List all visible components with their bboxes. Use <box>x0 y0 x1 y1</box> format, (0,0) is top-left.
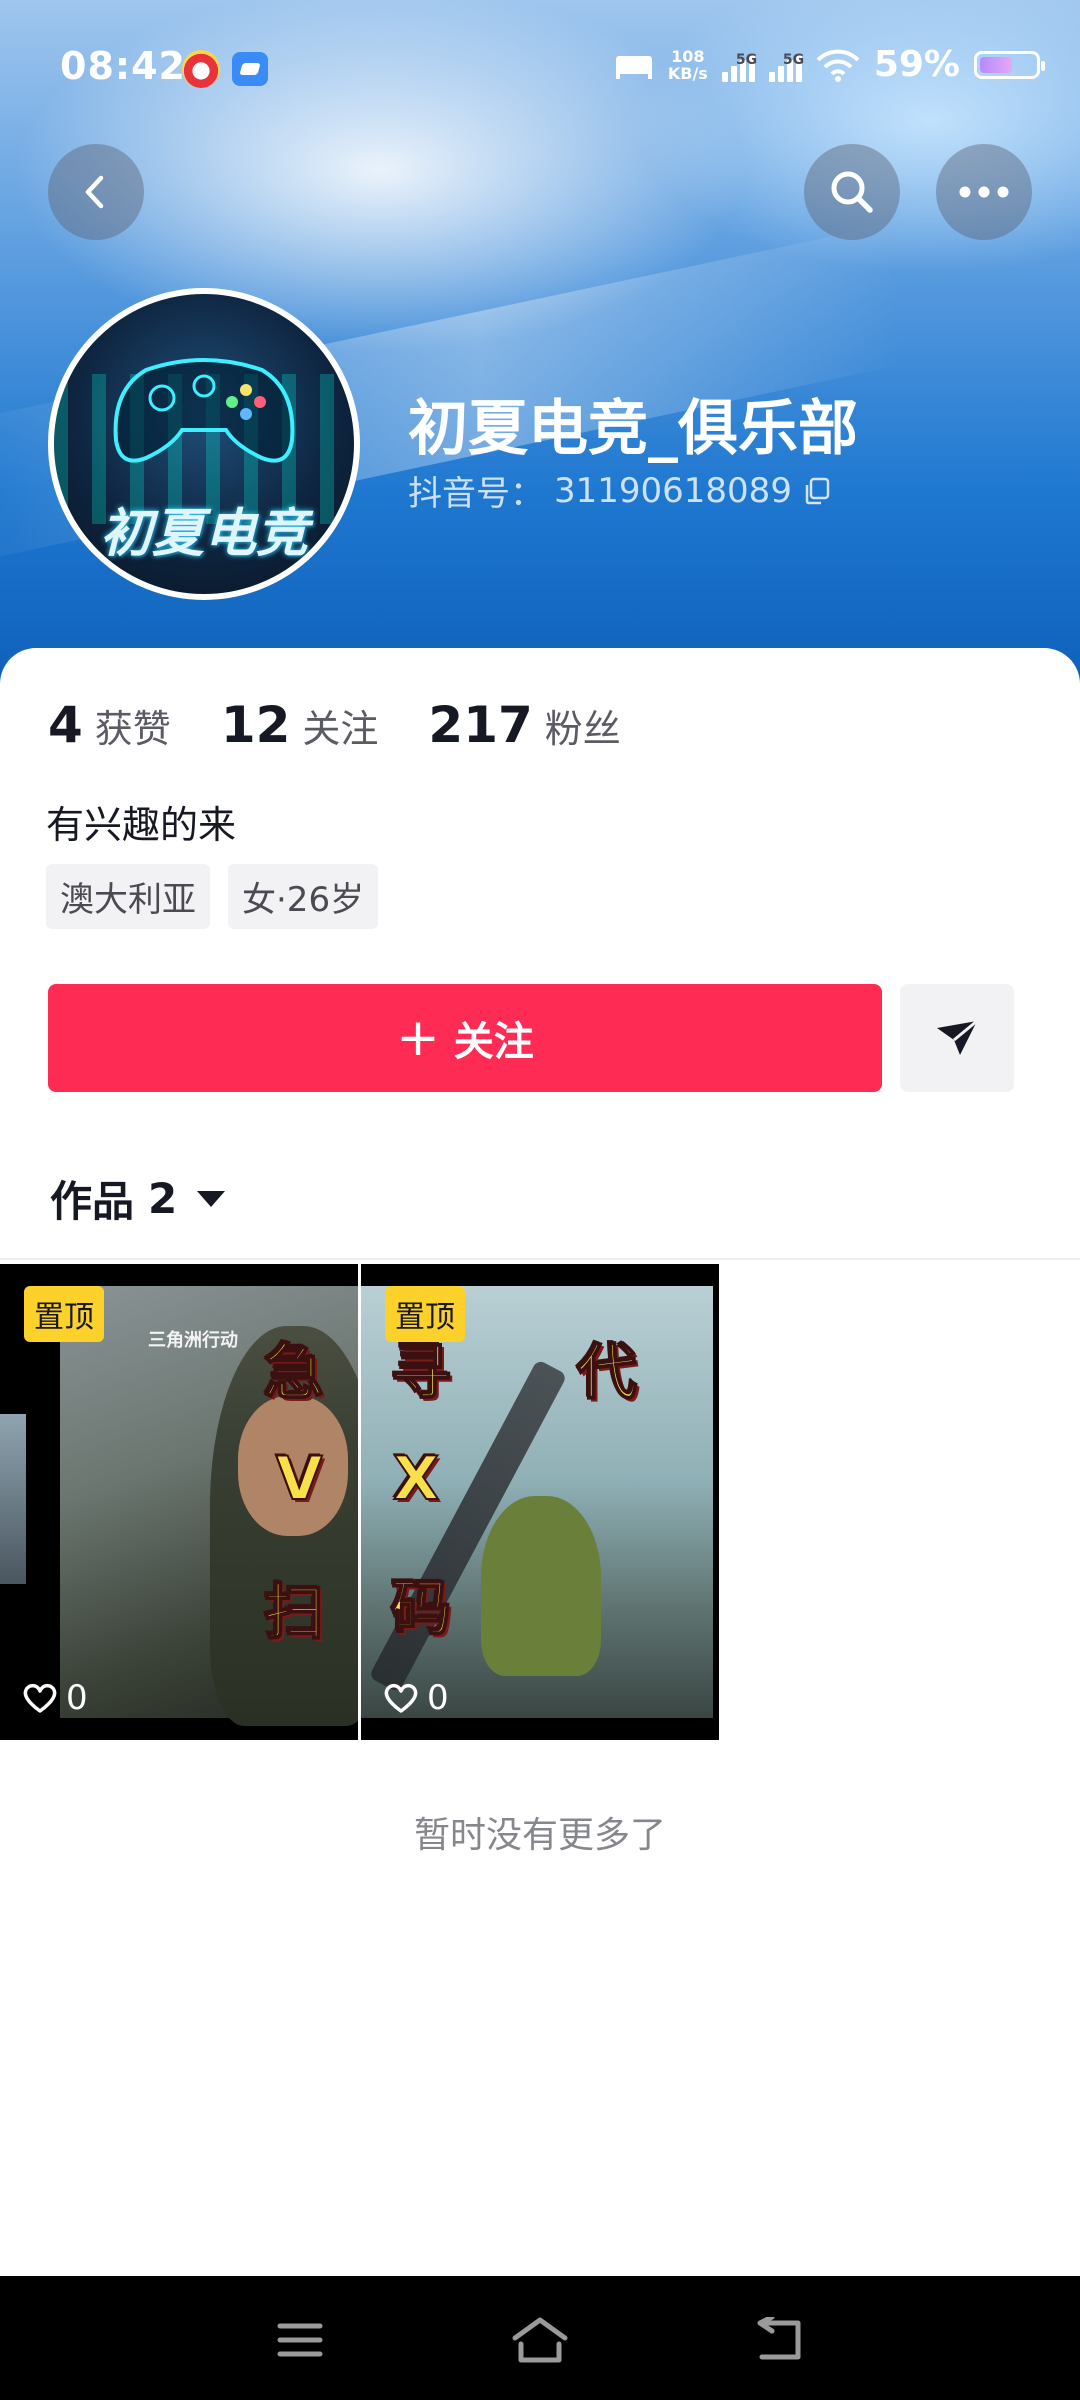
stat-likes[interactable]: 4 获赞 <box>48 696 171 754</box>
followers-label: 粉丝 <box>544 707 621 751</box>
pinned-badge: 置顶 <box>24 1286 104 1342</box>
signal-label: 5G <box>735 51 758 68</box>
following-label: 关注 <box>302 707 379 751</box>
back-icon <box>757 2317 801 2360</box>
thumbnail-edge-art <box>0 1414 26 1584</box>
pinned-badge: 置顶 <box>385 1286 465 1342</box>
tag-location: 澳大利亚 <box>46 864 210 929</box>
overlay-text: 扫 <box>263 1577 325 1649</box>
back-button[interactable] <box>48 144 144 240</box>
more-button[interactable] <box>936 144 1032 240</box>
signal-strength-icon-2: 5G <box>768 48 804 82</box>
works-tab[interactable]: 作品 2 <box>50 1168 226 1229</box>
copy-icon[interactable] <box>802 476 832 506</box>
network-speed: 108 KB/s <box>668 48 708 82</box>
status-time: 08:42 <box>60 44 186 88</box>
menu-button[interactable] <box>264 2304 336 2376</box>
like-count-overlay: 0 <box>383 1678 449 1718</box>
avatar-text: 初夏电竞 <box>99 504 308 564</box>
gamepad-icon <box>113 358 295 463</box>
search-icon <box>831 171 873 213</box>
home-icon <box>512 2317 568 2363</box>
overlay-text: V <box>275 1443 323 1515</box>
send-icon <box>937 1019 978 1055</box>
overlay-text: X <box>392 1443 440 1515</box>
follow-button-label: 关注 <box>453 1019 534 1065</box>
stats-row: 4 获赞 12 关注 217 粉丝 <box>48 696 621 754</box>
search-button[interactable] <box>804 144 900 240</box>
douyin-id-row[interactable]: 抖音号： 31190618089 <box>408 466 832 515</box>
battery-icon <box>974 50 1045 79</box>
signal-strength-icon: 5G <box>721 48 757 82</box>
video-thumbnail[interactable]: 三角洲行动 置顶 急 V 扫 0 <box>0 1264 358 1740</box>
soldier-figure <box>481 1496 601 1676</box>
profile-tags: 澳大利亚 女·26岁 <box>46 864 379 929</box>
chevron-down-icon <box>197 1190 226 1207</box>
douyin-id-value: 31190618089 <box>554 470 792 511</box>
game-logo-text: 三角洲行动 <box>148 1330 238 1351</box>
wifi-icon <box>816 49 860 82</box>
plus-icon: + <box>396 1008 440 1068</box>
following-count: 12 <box>220 696 291 754</box>
profile-bio: 有兴趣的来 <box>46 803 237 847</box>
like-count: 0 <box>427 1678 449 1718</box>
system-back-button[interactable] <box>744 2304 816 2376</box>
heart-icon <box>384 1683 418 1713</box>
works-grid: 三角洲行动 置顶 急 V 扫 0 置顶 寻 代 X 码 0 <box>0 1264 719 1740</box>
battery-percent: 59% <box>873 44 960 85</box>
overlay-text: 代 <box>576 1337 638 1409</box>
menu-icon <box>277 2323 323 2357</box>
stat-followers[interactable]: 217 粉丝 <box>428 696 620 754</box>
more-dots-icon <box>959 186 1009 198</box>
display-name: 初夏电竞_俱乐部 <box>408 394 858 464</box>
avatar[interactable]: 初夏电竞 <box>48 288 360 600</box>
notification-app-icon-2 <box>232 52 268 86</box>
followers-count: 217 <box>428 696 533 754</box>
profile-card: 4 获赞 12 关注 217 粉丝 有兴趣的来 澳大利亚 女·26岁 + 关注 … <box>0 648 1080 2276</box>
status-bar: 08:42 108 KB/s 5G 5G 59% <box>0 0 1080 140</box>
works-count: 2 <box>148 1174 178 1223</box>
likes-label: 获赞 <box>94 707 171 751</box>
likes-count: 4 <box>48 696 83 754</box>
douyin-id-label: 抖音号： <box>408 474 544 514</box>
video-thumbnail[interactable]: 置顶 寻 代 X 码 0 <box>361 1264 719 1740</box>
divider <box>0 1258 1080 1260</box>
network-speed-value: 108 <box>671 46 705 66</box>
status-indicators: 108 KB/s 5G 5G 59% <box>614 44 1045 85</box>
battery-level <box>980 56 1012 73</box>
network-speed-unit: KB/s <box>667 63 708 83</box>
home-button[interactable] <box>504 2304 576 2376</box>
end-of-list-text: 暂时没有更多了 <box>413 1815 666 1856</box>
send-message-button[interactable] <box>900 984 1014 1092</box>
signal-label-2: 5G <box>782 51 805 68</box>
heart-icon <box>23 1683 57 1713</box>
bed-mode-icon <box>615 55 652 79</box>
overlay-text: 码 <box>390 1573 452 1645</box>
follow-button[interactable]: + 关注 <box>48 984 882 1092</box>
notification-app-icon <box>182 50 220 88</box>
like-count-overlay: 0 <box>22 1678 88 1718</box>
system-nav-bar <box>0 2276 1080 2400</box>
back-arrow-icon <box>85 175 104 209</box>
like-count: 0 <box>66 1678 88 1718</box>
works-tab-label: 作品 <box>50 1177 135 1226</box>
stat-following[interactable]: 12 关注 <box>221 696 379 754</box>
overlay-text: 急 <box>263 1337 325 1409</box>
tag-gender-age: 女·26岁 <box>228 864 379 929</box>
